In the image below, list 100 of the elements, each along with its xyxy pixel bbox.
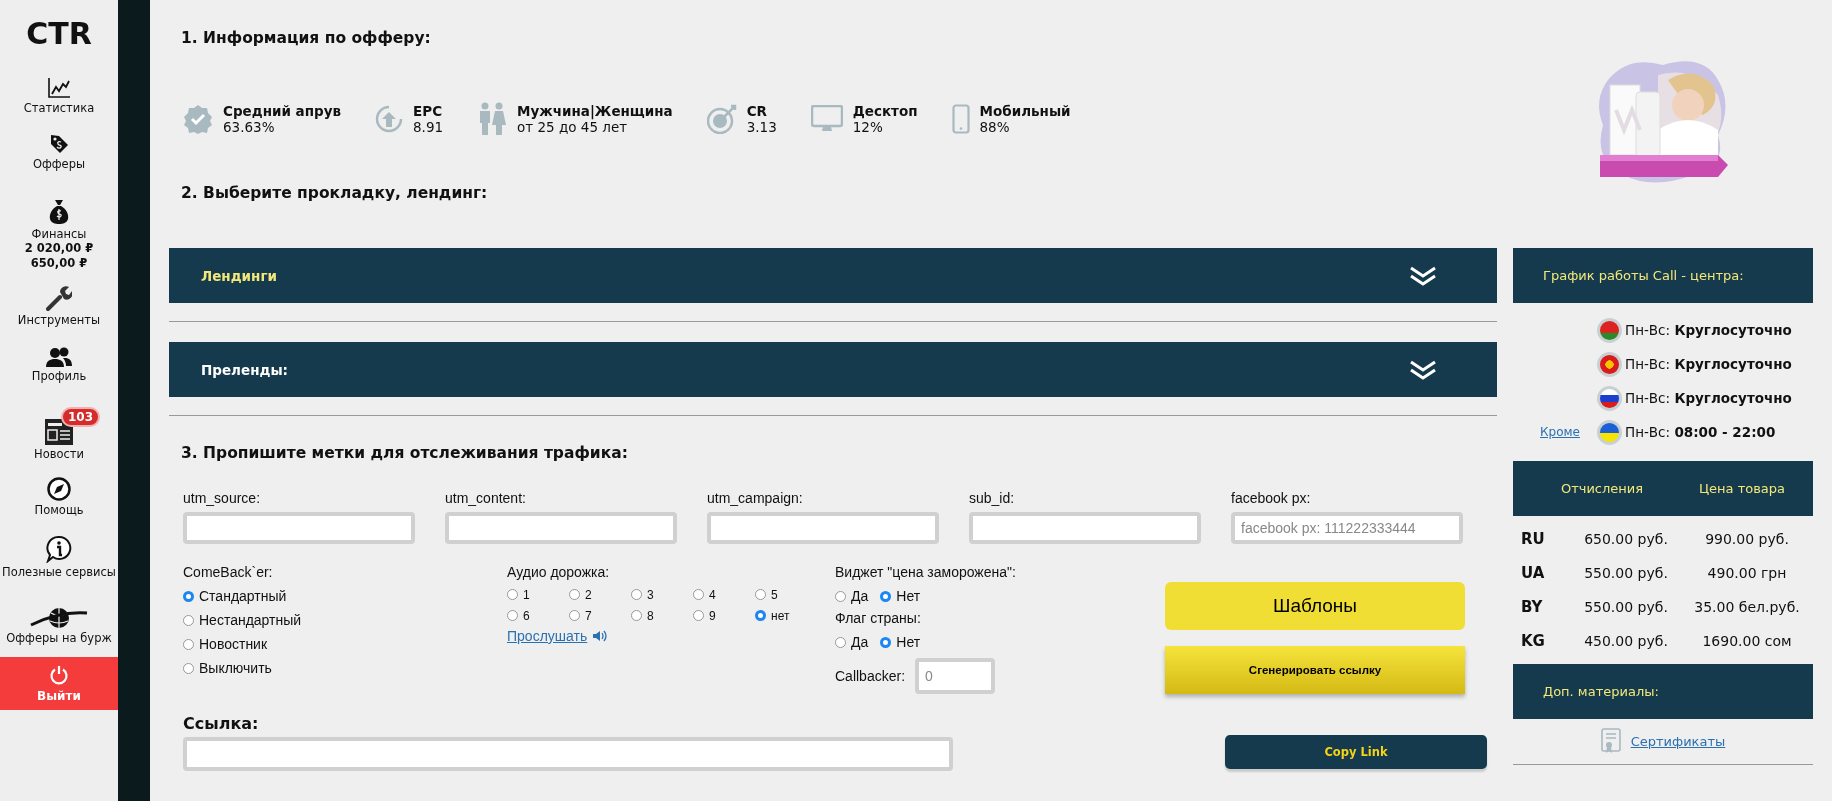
radio-button[interactable] <box>183 638 194 650</box>
nav-link[interactable]: Профиль <box>31 369 87 383</box>
field-label: Ссылка: <box>183 714 260 733</box>
certificates-link[interactable]: Сертификаты <box>1630 733 1726 749</box>
radio-button[interactable] <box>569 589 580 600</box>
nav-link[interactable]: Офферы на бурж <box>6 631 112 645</box>
radio-button[interactable] <box>880 590 892 602</box>
certificate-icon <box>1600 728 1621 754</box>
wrench-icon[interactable] <box>46 285 72 311</box>
copy-link-button[interactable]: Copy Link <box>1225 735 1487 769</box>
logout-button[interactable]: Выйти <box>0 657 118 710</box>
input-field[interactable] <box>183 737 953 771</box>
radio-label: 3 <box>647 587 654 602</box>
input-field[interactable]: 0 <box>915 658 996 694</box>
radio-label: Стандартный <box>199 588 287 604</box>
radio-button[interactable] <box>507 610 518 621</box>
belarus-flag-icon <box>1597 317 1622 343</box>
panel-title: График работы Call - центра: <box>1543 268 1744 283</box>
radio-button[interactable] <box>755 610 766 621</box>
accordion-header[interactable]: Преленды: <box>169 342 1497 397</box>
target-icon <box>706 104 737 134</box>
compass-icon[interactable] <box>47 477 71 501</box>
check-badge-icon <box>183 104 213 134</box>
nav-link[interactable]: Инструменты <box>17 313 101 327</box>
radio-button[interactable] <box>880 636 892 648</box>
nav-link[interactable]: Статистика <box>23 101 95 115</box>
kyrgyzstan-flag-icon <box>1597 351 1622 377</box>
radio-button[interactable] <box>631 610 642 621</box>
balance-amount: 650,00 ₽ <box>30 256 88 271</box>
tag-icon[interactable] <box>48 133 70 155</box>
schedule-text: Пн-Вс: Круглосуточно <box>1625 322 1792 338</box>
stat-title: Мужчина|Женщина <box>517 103 673 119</box>
nav-link[interactable]: Помощь <box>34 503 84 517</box>
newspaper-icon[interactable] <box>45 419 73 445</box>
radio-label: 5 <box>771 587 778 602</box>
radio-label: Нет <box>896 634 921 650</box>
logo: CTR <box>26 16 92 51</box>
field-label: sub_id: <box>969 490 1016 506</box>
balance-amount: 2 020,00 ₽ <box>24 241 94 256</box>
group-label: Флаг страны: <box>835 610 922 626</box>
stat-value: 88% <box>979 119 1011 135</box>
radio-button[interactable] <box>693 610 704 621</box>
stat-title: Десктоп <box>852 103 918 119</box>
radio-button[interactable] <box>183 590 194 602</box>
accordion-header[interactable]: Лендинги <box>169 248 1497 303</box>
table-cell-text: 650.00 руб. <box>1583 531 1669 547</box>
input-field[interactable] <box>969 512 1201 544</box>
field-label: utm_source: <box>183 490 262 506</box>
input-field[interactable] <box>183 512 415 544</box>
table-cell-text: 1690.00 сом <box>1701 633 1793 649</box>
radio-label: нет <box>771 608 790 623</box>
radio-label: Нет <box>896 588 921 604</box>
except-link[interactable]: Кроме <box>1540 425 1580 439</box>
radio-label: Новостник <box>199 636 268 652</box>
nav-link[interactable]: Новости <box>34 447 84 461</box>
info-icon[interactable] <box>46 535 72 563</box>
radio-button[interactable] <box>835 636 846 648</box>
input-field[interactable] <box>707 512 939 544</box>
input-field[interactable]: facebook px: 111222333444 <box>1231 512 1463 544</box>
country-code: UA <box>1520 564 1546 582</box>
radio-label: 7 <box>585 608 592 623</box>
country-code: KG <box>1520 632 1546 650</box>
radio-label: 1 <box>523 587 530 602</box>
radio-button[interactable] <box>755 589 766 600</box>
generate-link-button[interactable]: Сгенерировать ссылку <box>1165 646 1465 694</box>
radio-label: Да <box>851 588 869 604</box>
radio-button[interactable] <box>183 662 194 674</box>
accordion-title: Лендинги <box>201 267 277 284</box>
ukraine-flag-icon <box>1597 419 1622 445</box>
radio-button[interactable] <box>693 589 704 600</box>
group-label: ComeBack`er: <box>183 564 274 580</box>
people-icon[interactable] <box>46 347 72 367</box>
radio-button[interactable] <box>183 614 194 626</box>
chart-icon[interactable] <box>47 77 71 99</box>
stat-title: Мобильный <box>979 103 1071 119</box>
radio-button[interactable] <box>835 590 846 602</box>
field-label: utm_content: <box>445 490 527 506</box>
table-cell-text: 550.00 руб. <box>1583 565 1669 581</box>
speaker-icon <box>593 630 608 642</box>
radio-button[interactable] <box>631 589 642 600</box>
globe-icon[interactable] <box>29 607 89 629</box>
money-bag-icon[interactable] <box>48 199 70 225</box>
radio-button[interactable] <box>507 589 518 600</box>
schedule-text: Пн-Вс: Круглосуточно <box>1625 390 1792 406</box>
panel-title: Доп. материалы: <box>1543 684 1659 699</box>
listen-link[interactable]: Прослушать <box>507 628 588 644</box>
russia-flag-icon <box>1597 385 1622 411</box>
radio-label: 8 <box>647 608 654 623</box>
nav-link[interactable]: Финансы <box>31 227 87 241</box>
stat-value: 3.13 <box>746 119 777 135</box>
radio-label: Выключить <box>199 660 272 676</box>
stat-title: CR <box>746 103 768 119</box>
nav-link[interactable]: Офферы <box>32 157 86 171</box>
radio-button[interactable] <box>569 610 580 621</box>
templates-button[interactable]: Шаблоны <box>1165 582 1465 630</box>
input-field[interactable] <box>445 512 677 544</box>
table-cell-text: 450.00 руб. <box>1583 633 1669 649</box>
section-heading: 1. Информация по офферу: <box>181 29 432 47</box>
nav-link[interactable]: Полезные сервисы <box>2 565 116 579</box>
radio-label: Нестандартный <box>199 612 302 628</box>
